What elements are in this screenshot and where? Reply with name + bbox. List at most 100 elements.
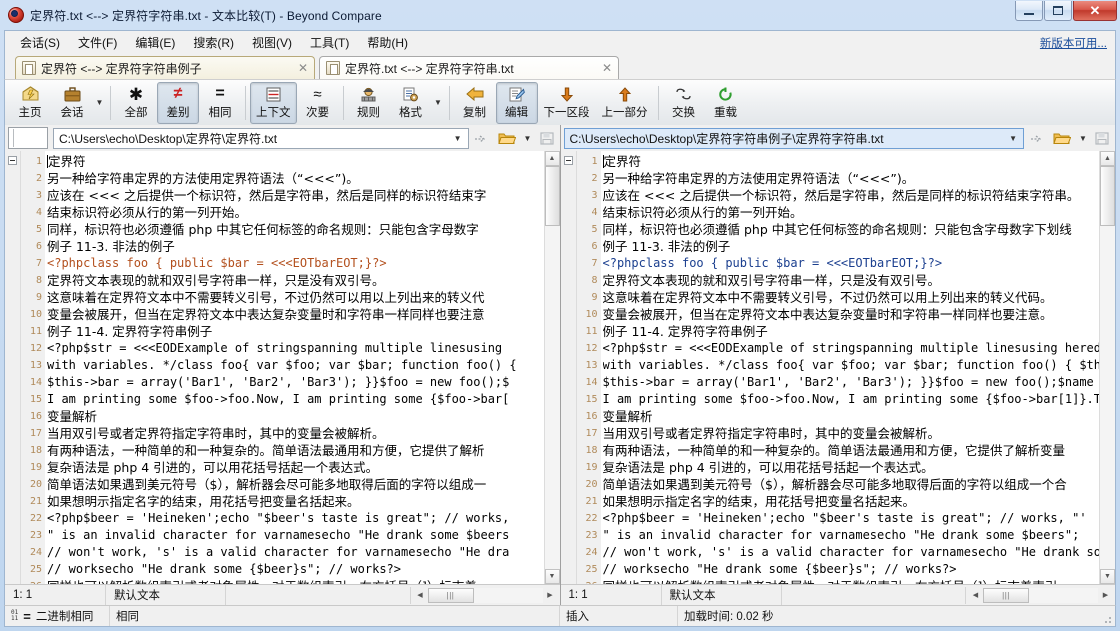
minimize-button[interactable] (1015, 1, 1043, 21)
toolbar-home-button[interactable]: 主页 (9, 82, 51, 124)
menu-item-tools[interactable]: 工具(T) (301, 32, 358, 54)
menu-item-session[interactable]: 会话(S) (11, 32, 69, 54)
code-line[interactable]: 有两种语法，一种简单的和一种复杂的。简单语法最通用和方便，它提供了解析 (47, 442, 544, 459)
code-line[interactable]: 例子 11-3. 非法的例子 (47, 238, 544, 255)
right-browse-forward-icon[interactable] (1027, 128, 1047, 149)
scroll-right-icon[interactable]: ▶ (543, 588, 558, 603)
toolbar-previous-section-button[interactable]: 上一部分 (596, 82, 654, 124)
code-line[interactable]: 变量解析 (47, 408, 544, 425)
code-line[interactable]: 简单语法如果遇到美元符号（$），解析器会尽可能多地取得后面的字符以组成一 (47, 476, 544, 493)
scroll-down-icon[interactable]: ▼ (545, 569, 560, 584)
code-line[interactable]: 应该在 <<< 之后提供一个标识符，然后是字符串，然后是同样的标识符结束字符串。 (603, 187, 1100, 204)
code-line[interactable]: 定界符 (603, 153, 1100, 170)
toolbar-differences-button[interactable]: ≠ 差别 (157, 82, 199, 124)
chevron-down-icon[interactable]: ▼ (1005, 134, 1021, 143)
menu-item-file[interactable]: 文件(F) (69, 32, 126, 54)
scroll-track[interactable]: ||| (428, 588, 543, 603)
menu-item-search[interactable]: 搜索(R) (184, 32, 243, 54)
code-line[interactable]: <?phpclass foo { public $bar = <<<EOTbar… (603, 255, 1100, 272)
code-line[interactable]: 例子 11-4. 定界符字符串例子 (47, 323, 544, 340)
close-button[interactable]: ✕ (1073, 1, 1117, 21)
code-line[interactable]: 结束标识符必须从行的第一列开始。 (603, 204, 1100, 221)
fold-collapse-icon[interactable] (8, 156, 17, 165)
code-line[interactable]: 定界符文本表现的就和双引号字符串一样，只是没有双引号。 (603, 272, 1100, 289)
code-line[interactable]: 定界符 (47, 153, 544, 170)
scroll-track[interactable] (545, 166, 560, 569)
code-line[interactable]: 例子 11-4. 定界符字符串例子 (603, 323, 1100, 340)
code-line[interactable]: // won't work, 's' is a valid character … (47, 544, 544, 561)
new-version-link[interactable]: 新版本可用... (1040, 35, 1107, 51)
toolbar-same-button[interactable]: = 相同 (199, 82, 241, 124)
code-line[interactable]: 结束标识符必须从行的第一列开始。 (47, 204, 544, 221)
toolbar-rules-button[interactable]: 规则 (348, 82, 390, 124)
left-open-folder-icon[interactable] (495, 128, 519, 149)
code-line[interactable]: 变量解析 (603, 408, 1100, 425)
code-line[interactable]: <?php$str = <<<EODExample of stringspann… (47, 340, 544, 357)
code-line[interactable]: <?php$beer = 'Heineken';echo "$beer's ta… (603, 510, 1100, 527)
toolbar-session-button[interactable]: 会话 (51, 82, 93, 124)
code-line[interactable]: // worksecho "He drank some {$beer}s"; /… (47, 561, 544, 578)
scroll-down-icon[interactable]: ▼ (1100, 569, 1115, 584)
right-code-area[interactable]: 定界符另一种给字符串定界的方法使用定界符语法（“<<<”)。应该在 <<< 之后… (601, 151, 1100, 584)
right-save-icon[interactable] (1092, 128, 1112, 149)
code-line[interactable]: 复杂语法是 php 4 引进的，可以用花括号括起一个表达式。 (603, 459, 1100, 476)
scroll-up-icon[interactable]: ▲ (545, 151, 560, 166)
code-line[interactable]: 简单语法如果遇到美元符号（$），解析器会尽可能多地取得后面的字符以组成一个合 (603, 476, 1100, 493)
code-line[interactable]: 例子 11-3. 非法的例子 (603, 238, 1100, 255)
code-line[interactable]: 另一种给字符串定界的方法使用定界符语法（“<<<”)。 (47, 170, 544, 187)
code-line[interactable]: 有两种语法，一种简单的和一种复杂的。简单语法最通用和方便，它提供了解析变量 (603, 442, 1100, 459)
code-line[interactable]: " is an invalid character for varnamesec… (47, 527, 544, 544)
scroll-thumb[interactable]: ||| (983, 588, 1029, 603)
right-horizontal-scrollbar[interactable]: ◀ ||| ▶ (965, 587, 1115, 604)
toolbar-edit-button[interactable]: 编辑 (496, 82, 538, 124)
toolbar-copy-button[interactable]: 复制 (454, 82, 496, 124)
code-line[interactable]: 同样也可以解析数组索引或者对象属性。对于数组索引，右方括号（]）标志着索引 (603, 578, 1100, 584)
left-vertical-scrollbar[interactable]: ▲ ▼ (544, 151, 560, 584)
code-line[interactable]: 如果想明示指定名字的结束，用花括号把变量名括起来。 (47, 493, 544, 510)
scroll-left-icon[interactable]: ◀ (968, 588, 983, 603)
right-vertical-scrollbar[interactable]: ▲ ▼ (1099, 151, 1115, 584)
code-line[interactable]: 同样，标识符也必须遵循 php 中其它任何标签的命名规则：只能包含字母数字 (47, 221, 544, 238)
toolbar-reload-button[interactable]: 重载 (705, 82, 747, 124)
scroll-right-icon[interactable]: ▶ (1098, 588, 1113, 603)
left-code-area[interactable]: 定界符另一种给字符串定界的方法使用定界符语法（“<<<”)。应该在 <<< 之后… (45, 151, 544, 584)
code-line[interactable]: 这意味着在定界符文本中不需要转义引号，不过仍然可以用上列出来的转义代码。 (603, 289, 1100, 306)
format-dropdown-arrow-icon[interactable]: ▼ (432, 82, 445, 124)
scroll-track[interactable]: ||| (983, 588, 1098, 603)
code-line[interactable]: $this->bar = array('Bar1', 'Bar2', 'Bar3… (47, 374, 544, 391)
code-line[interactable]: with variables. */class foo{ var $foo; v… (603, 357, 1100, 374)
tab-folder-compare[interactable]: 定界符 <--> 定界符字符串例子 ✕ (15, 56, 315, 79)
session-dropdown-arrow-icon[interactable]: ▼ (93, 82, 106, 124)
toolbar-swap-button[interactable]: 交换 (663, 82, 705, 124)
code-line[interactable]: <?phpclass foo { public $bar = <<<EOTbar… (47, 255, 544, 272)
left-save-icon[interactable] (537, 128, 557, 149)
scroll-track[interactable] (1100, 166, 1115, 569)
code-line[interactable]: I am printing some $foo->foo.Now, I am p… (603, 391, 1100, 408)
code-line[interactable]: <?php$str = <<<EODExample of stringspann… (603, 340, 1100, 357)
code-line[interactable]: 复杂语法是 php 4 引进的，可以用花括号括起一个表达式。 (47, 459, 544, 476)
code-line[interactable]: // won't work, 's' is a valid character … (603, 544, 1100, 561)
toolbar-next-section-button[interactable]: 下一区段 (538, 82, 596, 124)
scroll-up-icon[interactable]: ▲ (1100, 151, 1115, 166)
toolbar-format-button[interactable]: 格式 (390, 82, 432, 124)
resize-grip-icon[interactable] (1101, 613, 1113, 625)
code-line[interactable]: 定界符文本表现的就和双引号字符串一样，只是没有双引号。 (47, 272, 544, 289)
code-line[interactable]: 同样，标识符也必须遵循 php 中其它任何标签的命名规则：只能包含字母数字下划线 (603, 221, 1100, 238)
fold-collapse-icon[interactable] (564, 156, 573, 165)
code-line[interactable]: 当用双引号或者定界符指定字符串时，其中的变量会被解析。 (47, 425, 544, 442)
tab-close-icon[interactable]: ✕ (288, 61, 308, 75)
toolbar-all-button[interactable]: ✱ 全部 (115, 82, 157, 124)
menu-item-view[interactable]: 视图(V) (243, 32, 301, 54)
right-folder-dropdown-icon[interactable]: ▼ (1077, 128, 1089, 149)
code-line[interactable]: 变量会被展开，但当在定界符文本中表达复杂变量时和字符串一样同样也要注意。 (603, 306, 1100, 323)
code-line[interactable]: 应该在 <<< 之后提供一个标识符，然后是字符串，然后是同样的标识符结束字 (47, 187, 544, 204)
menu-item-edit[interactable]: 编辑(E) (126, 32, 184, 54)
right-open-folder-icon[interactable] (1050, 128, 1074, 149)
code-line[interactable]: 同样也可以解析数组索引或者对象属性。对于数组索引，右方括号（]）标志着 (47, 578, 544, 584)
code-line[interactable]: 另一种给字符串定界的方法使用定界符语法（“<<<”)。 (603, 170, 1100, 187)
code-line[interactable]: // worksecho "He drank some {$beer}s"; /… (603, 561, 1100, 578)
scroll-thumb[interactable] (1100, 166, 1115, 226)
scroll-left-icon[interactable]: ◀ (413, 588, 428, 603)
toolbar-context-button[interactable]: 上下文 (250, 82, 297, 124)
toolbar-minor-button[interactable]: ≈ 次要 (297, 82, 339, 124)
